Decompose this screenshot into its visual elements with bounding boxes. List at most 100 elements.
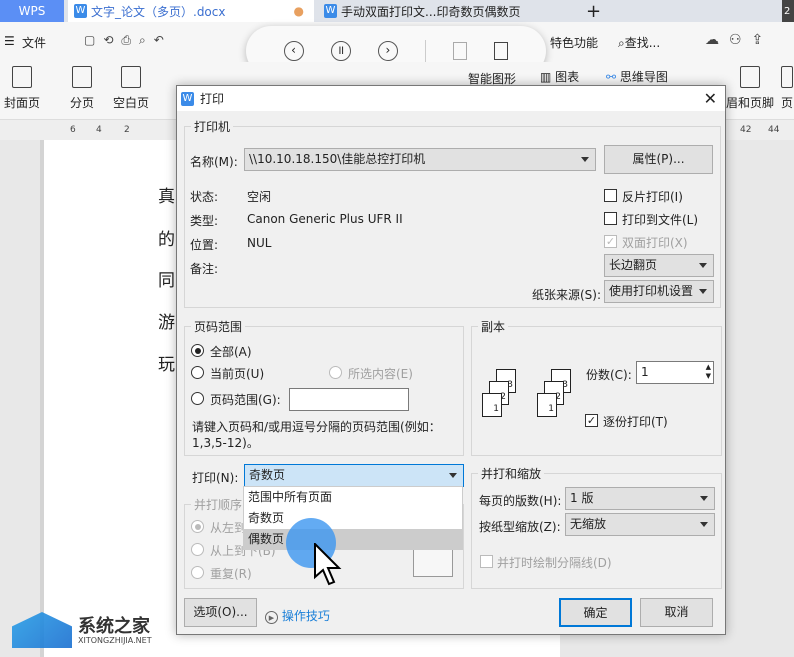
- page-range-radio[interactable]: [191, 392, 204, 405]
- printer-type: Canon Generic Plus UFR II: [247, 212, 403, 226]
- watermark-name: 系统之家: [78, 616, 150, 637]
- label: 空白页: [112, 96, 149, 110]
- ok-button[interactable]: 确定: [559, 598, 632, 627]
- dialog-title: 打印: [200, 92, 225, 106]
- menu-icon[interactable]: ☰: [4, 34, 15, 48]
- page-range-input[interactable]: [289, 388, 409, 411]
- ruler-tick: 6: [70, 125, 76, 135]
- selection-radio[interactable]: [329, 366, 342, 379]
- tips-link[interactable]: ▶ 操作技巧: [265, 607, 330, 624]
- label: 重复(R): [210, 567, 252, 581]
- label: 当前页(U): [210, 367, 265, 381]
- label: 反片打印(I): [622, 190, 683, 204]
- ruler-tick: 4: [96, 125, 102, 135]
- label: 每页的版数(H):: [479, 494, 562, 508]
- watermark-url: XITONGZHIJIA.NET: [78, 636, 152, 645]
- label: 分页: [69, 96, 94, 110]
- options-button[interactable]: 选项(O)...: [184, 598, 257, 627]
- tab-label: WPS: [18, 4, 46, 18]
- tab-doc1[interactable]: W 文字_论文（多页）.docx ●: [68, 0, 314, 22]
- cloud-share-icons[interactable]: ☁⚇⇪: [705, 32, 773, 48]
- properties-button[interactable]: 属性(P)...: [604, 145, 713, 174]
- house-logo-icon: [12, 612, 72, 648]
- mindmap-button[interactable]: ⚯ 思维导图: [606, 68, 668, 85]
- prev-icon[interactable]: ‹: [283, 41, 304, 61]
- ttb-radio[interactable]: [191, 543, 204, 556]
- current-page-radio[interactable]: [191, 366, 204, 379]
- new-tab-button[interactable]: +: [580, 0, 601, 22]
- label: 状态:: [190, 190, 219, 204]
- option-even-pages[interactable]: 偶数页: [244, 529, 462, 550]
- cancel-button[interactable]: 取消: [640, 598, 713, 627]
- paper-source-select[interactable]: 使用打印机设置: [604, 280, 714, 303]
- header-footer-icon: [740, 66, 760, 88]
- print-dialog: W 打印 ✕ 打印机 名称(M): \\10.10.18.150\佳能总控打印机…: [176, 85, 726, 635]
- label: 打印到文件(L): [622, 213, 699, 227]
- page-break-button[interactable]: 分页: [62, 62, 102, 111]
- find-button[interactable]: ⌕查找...: [618, 34, 660, 51]
- chart-button[interactable]: ▥ 图表: [540, 68, 579, 85]
- separator-lines-checkbox[interactable]: [480, 555, 493, 568]
- doc-text: 玩: [158, 355, 175, 375]
- label: 打印(N):: [192, 471, 239, 485]
- ltr-radio[interactable]: [191, 520, 204, 533]
- flip-select[interactable]: 长边翻页: [604, 254, 714, 277]
- hint-text: 1,3,5-12)。: [192, 436, 259, 450]
- option-odd-pages[interactable]: 奇数页: [244, 508, 462, 529]
- doc-text: 同: [158, 271, 175, 291]
- file-menu[interactable]: 文件: [22, 34, 46, 51]
- close-icon[interactable]: ✕: [704, 89, 717, 108]
- spinner-arrows-icon[interactable]: ▲ ▼: [706, 363, 711, 381]
- duplex-checkbox[interactable]: ✓: [604, 235, 617, 248]
- doc-text: 游: [158, 313, 175, 333]
- header-footer-button[interactable]: 眉和页脚: [724, 62, 776, 111]
- page-break-icon: [72, 66, 92, 88]
- blank-page-icon: [121, 66, 141, 88]
- option-all-pages[interactable]: 范围中所有页面: [244, 487, 462, 508]
- printer-location: NUL: [247, 236, 272, 250]
- pages-per-sheet-select[interactable]: 1 版: [565, 487, 715, 510]
- pause-icon[interactable]: ॥: [330, 41, 351, 61]
- tab-bar: WPS W 文字_论文（多页）.docx ● W 手动双面打印文...印奇数页偶数页 …: [0, 0, 794, 22]
- label: 双面打印(X): [622, 236, 688, 250]
- blank-page-button[interactable]: 空白页: [108, 62, 154, 111]
- next-icon[interactable]: ›: [377, 41, 398, 61]
- print-to-file-checkbox[interactable]: [604, 212, 617, 225]
- page-button[interactable]: 页: [780, 62, 794, 111]
- label: 操作技巧: [281, 609, 330, 623]
- label: 份数(C):: [586, 368, 632, 382]
- label: 页: [780, 96, 793, 110]
- reverse-print-checkbox[interactable]: [604, 189, 617, 202]
- label: 封面页: [3, 96, 40, 110]
- label: 全部(A): [210, 345, 252, 359]
- save-icon[interactable]: [453, 42, 468, 60]
- quick-icons[interactable]: ▢⟲⎙⌕↶: [84, 33, 172, 48]
- mouse-cursor-icon: [314, 543, 342, 586]
- collate-checkbox[interactable]: ✓: [585, 414, 598, 427]
- dialog-titlebar: W 打印 ✕: [177, 86, 725, 111]
- label: 思维导图: [619, 70, 668, 84]
- doc-text: 真: [158, 187, 175, 207]
- save-as-icon[interactable]: [494, 42, 509, 60]
- label: 页码范围(G):: [210, 393, 281, 407]
- label: 并打时绘制分隔线(D): [497, 556, 612, 570]
- mindmap-icon: ⚯: [606, 70, 620, 84]
- label: 按纸型缩放(Z):: [479, 520, 561, 534]
- tab-doc2[interactable]: W 手动双面打印文...印奇数页偶数页: [318, 0, 568, 22]
- print-pages-dropdown: 范围中所有页面 奇数页 偶数页: [243, 486, 463, 550]
- wps-icon: W: [181, 91, 194, 106]
- scale-select[interactable]: 无缩放: [565, 513, 715, 536]
- tab-label: 手动双面打印文...印奇数页偶数页: [341, 4, 521, 19]
- print-pages-select[interactable]: 奇数页: [244, 464, 464, 487]
- special-features[interactable]: 特色功能: [550, 34, 598, 51]
- tab-wps[interactable]: WPS: [0, 0, 64, 22]
- cover-page-button[interactable]: 封面页: [0, 62, 44, 111]
- ruler-tick: 44: [768, 125, 780, 135]
- group-label: 并打和缩放: [478, 465, 545, 482]
- copies-stepper[interactable]: 1 ▲ ▼: [636, 361, 714, 384]
- printer-select[interactable]: \\10.10.18.150\佳能总控打印机: [244, 148, 596, 171]
- printer-status: 空闲: [247, 190, 272, 204]
- repeat-radio[interactable]: [191, 566, 204, 579]
- search-icon: ⌕: [618, 36, 625, 50]
- all-radio[interactable]: [191, 344, 204, 357]
